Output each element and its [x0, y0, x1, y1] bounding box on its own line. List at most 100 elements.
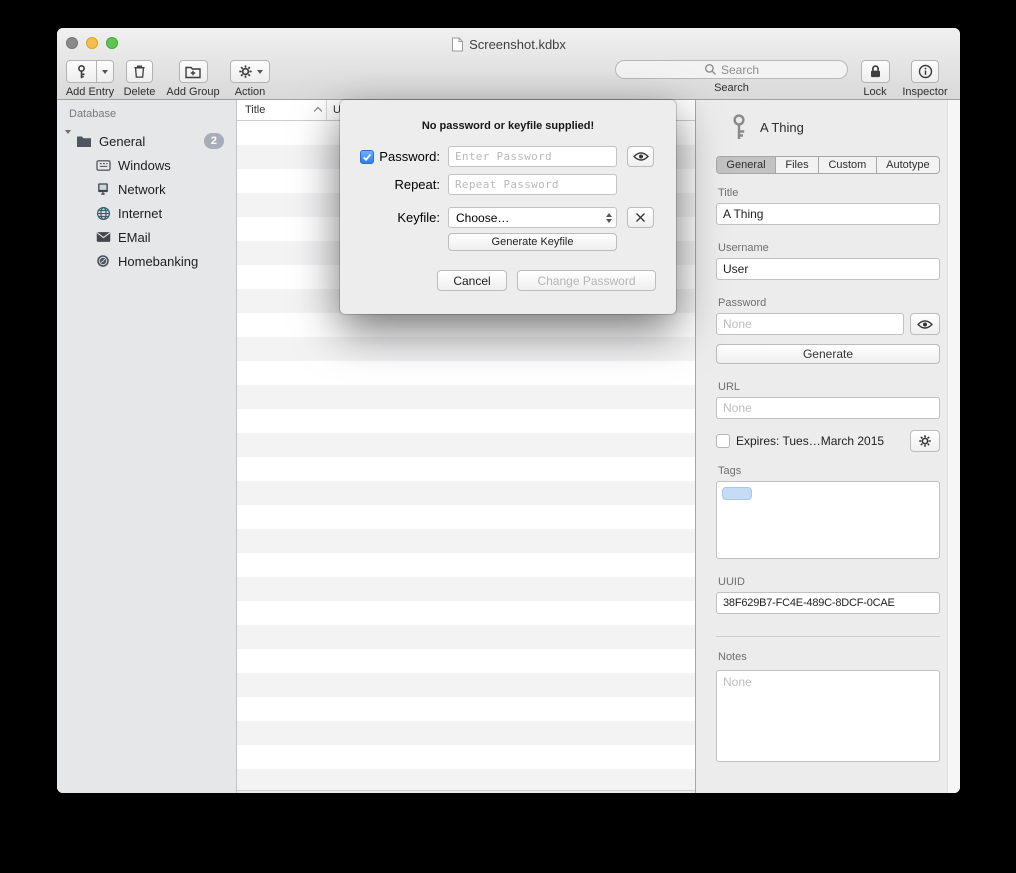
sidebar-item-label: General	[99, 134, 145, 149]
username-field-label: Username	[718, 242, 940, 255]
search-icon	[704, 63, 717, 76]
entry-count-badge: 2	[204, 133, 224, 149]
sidebar-item-label: Homebanking	[118, 254, 198, 269]
action-label: Action	[228, 86, 272, 98]
windows-icon	[95, 157, 111, 173]
inspector-button[interactable]	[911, 60, 939, 83]
internet-icon	[95, 205, 111, 221]
uuid-field[interactable]	[716, 592, 940, 614]
reveal-password-button[interactable]	[627, 146, 654, 167]
key-icon	[728, 114, 750, 141]
inspector-scrollbar[interactable]	[947, 100, 960, 793]
inspector-entry-header: A Thing	[716, 114, 940, 141]
inspector-tabs: General Files Custom Autotype	[716, 156, 940, 174]
column-header-title-label: Title	[245, 104, 265, 116]
sort-ascending-icon	[314, 107, 322, 115]
inspector-group: Inspector	[895, 60, 955, 98]
keyfile-popup-button[interactable]: Choose…	[448, 207, 617, 228]
close-x-icon	[635, 212, 646, 223]
add-entry-dropdown-button[interactable]	[97, 60, 114, 83]
search-input[interactable]: Search	[615, 60, 848, 79]
add-entry-button[interactable]	[66, 60, 97, 83]
tab-custom[interactable]: Custom	[819, 157, 877, 173]
tab-autotype[interactable]: Autotype	[877, 157, 939, 173]
search-placeholder: Search	[721, 63, 759, 77]
tag-token[interactable]	[722, 487, 752, 500]
inspector-entry-title: A Thing	[760, 120, 804, 135]
gear-icon	[918, 434, 932, 448]
add-group-button[interactable]	[179, 60, 208, 83]
notes-label: Notes	[718, 651, 940, 664]
sidebar-item-email[interactable]: EMail	[57, 225, 236, 249]
lock-label: Lock	[858, 86, 892, 98]
sidebar-item-general[interactable]: General 2	[57, 129, 236, 153]
change-password-button[interactable]: Change Password	[517, 270, 656, 291]
sidebar-item-windows[interactable]: Windows	[57, 153, 236, 177]
key-plus-icon	[74, 64, 89, 80]
window-header: Screenshot.kdbx Add Entry	[57, 28, 960, 100]
repeat-label: Repeat:	[394, 177, 440, 192]
action-group: Action	[228, 60, 272, 98]
column-header-title[interactable]: Title	[237, 100, 327, 120]
clear-keyfile-button[interactable]	[627, 207, 654, 228]
chevron-down-icon	[257, 70, 263, 74]
sidebar-item-internet[interactable]: Internet	[57, 201, 236, 225]
url-field[interactable]	[716, 397, 940, 419]
lock-icon	[868, 64, 883, 79]
add-group-group: Add Group	[162, 60, 224, 98]
window-title-text: Screenshot.kdbx	[469, 37, 566, 52]
list-bottom-edge	[237, 790, 695, 793]
keyfile-popup-value: Choose…	[456, 211, 509, 225]
cancel-button[interactable]: Cancel	[437, 270, 507, 291]
show-password-button[interactable]	[910, 313, 940, 335]
lock-group: Lock	[858, 60, 892, 98]
repeat-label-row: Repeat:	[340, 174, 440, 195]
sidebar-item-homebanking[interactable]: Homebanking	[57, 249, 236, 273]
sidebar-item-network[interactable]: Network	[57, 177, 236, 201]
inspector-label: Inspector	[895, 86, 955, 98]
chevron-down-icon	[102, 70, 108, 74]
document-icon	[451, 37, 464, 52]
inspector-divider	[716, 636, 940, 637]
lock-button[interactable]	[861, 60, 890, 83]
disclosure-triangle-icon[interactable]	[65, 134, 71, 149]
sidebar-section-header: Database	[57, 108, 236, 129]
popup-stepper-icon	[606, 213, 612, 223]
username-field[interactable]	[716, 258, 940, 280]
password-field[interactable]	[716, 313, 904, 335]
title-field-label: Title	[718, 187, 940, 200]
sidebar-item-label: Internet	[118, 206, 162, 221]
keyfile-label: Keyfile:	[397, 210, 440, 225]
window-title: Screenshot.kdbx	[57, 35, 960, 53]
url-field-label: URL	[718, 381, 940, 394]
tab-files[interactable]: Files	[776, 157, 819, 173]
tags-box[interactable]	[716, 481, 940, 559]
change-password-dialog: No password or keyfile supplied! Passwor…	[340, 100, 676, 314]
password-label: Password:	[379, 149, 440, 164]
action-button[interactable]	[230, 60, 270, 83]
search-label: Search	[615, 82, 848, 94]
enter-password-input[interactable]	[448, 146, 617, 167]
homebanking-icon	[95, 253, 111, 269]
delete-group: Delete	[121, 60, 158, 98]
dialog-message: No password or keyfile supplied!	[340, 120, 676, 132]
gear-icon	[238, 64, 253, 79]
folder-icon	[76, 133, 92, 149]
tags-label: Tags	[718, 465, 940, 478]
password-label-row: Password:	[340, 146, 440, 167]
repeat-password-input[interactable]	[448, 174, 617, 195]
delete-button[interactable]	[126, 60, 153, 83]
title-field[interactable]	[716, 203, 940, 225]
notes-field[interactable]	[716, 670, 940, 762]
sidebar-item-label: Network	[118, 182, 166, 197]
tab-general[interactable]: General	[717, 157, 776, 173]
trash-icon	[132, 64, 147, 79]
password-checkbox[interactable]	[360, 150, 374, 164]
inspector-panel: A Thing General Files Custom Autotype Ti…	[695, 100, 960, 793]
expires-settings-button[interactable]	[910, 430, 940, 452]
email-icon	[95, 229, 111, 245]
generate-password-button[interactable]: Generate	[716, 344, 940, 364]
generate-keyfile-button[interactable]: Generate Keyfile	[448, 233, 617, 251]
sidebar-item-label: Windows	[118, 158, 171, 173]
expires-checkbox[interactable]	[716, 434, 730, 448]
